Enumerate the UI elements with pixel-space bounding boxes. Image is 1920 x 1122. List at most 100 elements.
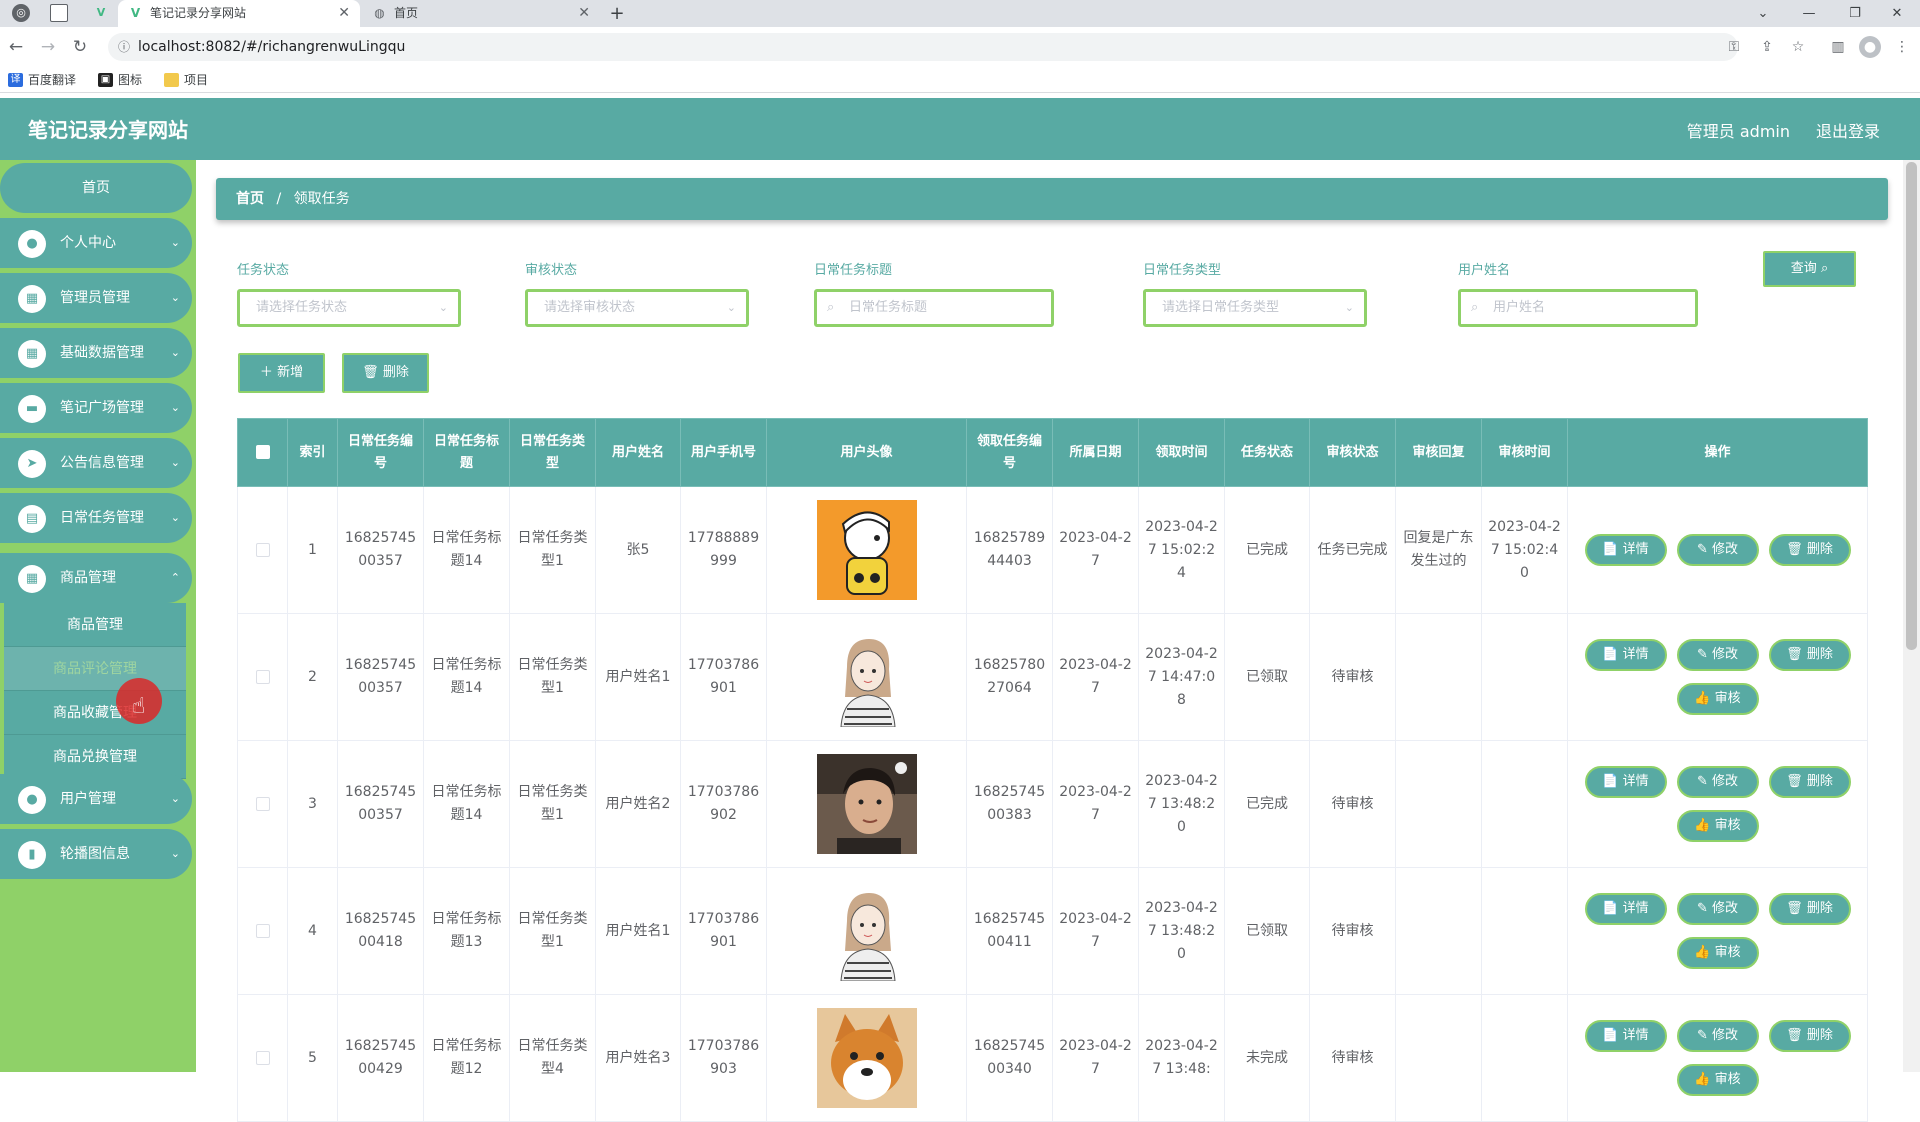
detail-button[interactable]: 📄 详情 (1584, 1020, 1667, 1052)
row-checkbox[interactable] (255, 796, 270, 811)
detail-button[interactable]: 📄 详情 (1584, 766, 1667, 798)
query-button[interactable]: 查询 ⌕ (1763, 251, 1856, 287)
detail-button[interactable]: 📄 详情 (1584, 893, 1667, 925)
chart-icon: ▮ (18, 841, 46, 869)
review-button[interactable]: 👍 审核 (1676, 683, 1759, 715)
sidebar-item-home[interactable]: 首页 (0, 163, 192, 213)
url-field[interactable]: ⓘ localhost:8082/#/richangrenwuLingqu (108, 33, 1738, 61)
close-icon[interactable]: ✕ (578, 0, 590, 27)
restore-icon[interactable]: ❐ (1832, 0, 1878, 27)
submenu-goods[interactable]: 商品管理 (4, 603, 186, 647)
edit-button[interactable]: ✎ 修改 (1676, 1020, 1759, 1052)
sidebar-item-notices[interactable]: ➤ 公告信息管理 ⌄ (0, 438, 192, 488)
tab-active[interactable]: V 笔记记录分享网站 ✕ (118, 0, 360, 27)
sidebar-item-basedata[interactable]: ▦ 基础数据管理 ⌄ (0, 328, 192, 378)
sidebar-item-carousel[interactable]: ▮ 轮播图信息 ⌄ (0, 829, 192, 879)
bookmark-item[interactable]: 项目 (164, 71, 208, 89)
close-window-icon[interactable]: ✕ (1874, 0, 1920, 27)
task-type-select[interactable]: 请选择日常任务类型 ⌄ (1143, 289, 1367, 327)
submenu-goods-comments[interactable]: 商品评论管理 (4, 647, 186, 691)
search-icon: ⌕ (827, 300, 835, 315)
row-checkbox[interactable] (255, 923, 270, 938)
row-checkbox[interactable] (255, 542, 270, 557)
user-icon: ● (18, 230, 46, 258)
button-label: 查询 (1790, 261, 1817, 276)
avatar-icon[interactable]: ● (1859, 36, 1881, 58)
chevron-down-icon: ⌄ (726, 301, 736, 314)
sidebar-item-personal[interactable]: ● 个人中心 ⌄ (0, 218, 192, 268)
delete-button[interactable]: 🗑 删除 (1768, 534, 1851, 566)
review-button[interactable]: 👍 审核 (1676, 1064, 1759, 1096)
breadcrumb-home[interactable]: 首页 (236, 191, 264, 207)
delete-button[interactable]: 🗑 删除 (1768, 766, 1851, 798)
vue-icon[interactable]: V (92, 4, 110, 22)
delete-button[interactable]: 🗑 删除 (1768, 639, 1851, 671)
delete-button[interactable]: 🗑 删除 (1768, 893, 1851, 925)
sidebar-item-tasks[interactable]: ▤ 日常任务管理 ⌄ (0, 493, 192, 543)
button-label: 删除 (1806, 901, 1833, 916)
edit-button[interactable]: ✎ 修改 (1676, 534, 1759, 566)
row-select-cell[interactable] (237, 740, 288, 868)
chevron-down-icon[interactable]: ⌄ (1740, 0, 1786, 27)
cell-type: 日常任务类型1 (509, 613, 596, 741)
button-label: 审核 (1714, 691, 1741, 706)
sidebar-item-goods[interactable]: ▦ 商品管理 ⌃ (0, 553, 192, 603)
sidepanel-icon[interactable]: ▥ (1827, 36, 1849, 58)
task-title-input[interactable]: ⌕ 日常任务标题 (814, 289, 1054, 327)
detail-button[interactable]: 📄 详情 (1584, 639, 1667, 671)
cell-task-status: 已领取 (1224, 867, 1310, 995)
button-label: 修改 (1712, 1028, 1739, 1043)
edit-button[interactable]: ✎ 修改 (1676, 893, 1759, 925)
sidebar-item-users[interactable]: ● 用户管理 ⌄ (0, 774, 192, 824)
key-icon[interactable]: ⚿ (1723, 36, 1745, 58)
review-button[interactable]: 👍 审核 (1676, 810, 1759, 842)
row-checkbox[interactable] (255, 669, 270, 684)
forward-icon[interactable]: → (36, 35, 60, 59)
close-icon[interactable]: ✕ (338, 0, 350, 27)
button-label: 详情 (1622, 774, 1649, 789)
user-name-input[interactable]: ⌕ 用户姓名 (1458, 289, 1698, 327)
row-select-cell[interactable] (237, 486, 288, 614)
detail-button[interactable]: 📄 详情 (1584, 534, 1667, 566)
scrollbar-thumb[interactable] (1906, 162, 1917, 650)
tab-inactive[interactable]: ◍ 首页 ✕ (362, 0, 600, 27)
batch-delete-button[interactable]: 🗑 删除 (342, 353, 429, 393)
browser-profile-icon[interactable]: ◎ (12, 4, 30, 22)
minimize-icon[interactable]: — (1786, 0, 1832, 27)
sidebar-item-notes[interactable]: ▬ 笔记广场管理 ⌄ (0, 383, 192, 433)
row-select-cell[interactable] (237, 867, 288, 995)
star-icon[interactable]: ☆ (1787, 36, 1809, 58)
edit-button[interactable]: ✎ 修改 (1676, 766, 1759, 798)
select-all-cell[interactable] (237, 418, 288, 487)
bookmark-item[interactable]: 译 百度翻译 (8, 71, 76, 89)
row-checkbox[interactable] (255, 1050, 270, 1065)
bookmark-item[interactable]: ▣ 图标 (98, 71, 142, 89)
edit-button[interactable]: ✎ 修改 (1676, 639, 1759, 671)
sidebar-item-label: 轮播图信息 (60, 846, 130, 862)
add-button[interactable]: ＋ 新增 (238, 353, 325, 393)
cell-user: 用户姓名2 (595, 740, 681, 868)
cell-task-status: 未完成 (1224, 994, 1310, 1122)
review-button[interactable]: 👍 审核 (1676, 937, 1759, 969)
new-tab-icon[interactable]: + (602, 0, 632, 27)
delete-button[interactable]: 🗑 删除 (1768, 1020, 1851, 1052)
share-icon[interactable]: ⇪ (1756, 36, 1778, 58)
cell-title: 日常任务标题14 (423, 613, 510, 741)
menu-dots-icon[interactable]: ⋮ (1891, 36, 1913, 58)
review-status-select[interactable]: 请选择审核状态 ⌄ (525, 289, 749, 327)
tab-strip-icon[interactable] (50, 4, 68, 22)
select-all-checkbox[interactable] (255, 445, 270, 459)
review-icon: 👍 (1694, 818, 1715, 833)
cell-claim-no: 1682574500383 (966, 740, 1053, 868)
task-status-select[interactable]: 请选择任务状态 ⌄ (237, 289, 461, 327)
submenu-goods-exchange[interactable]: 商品兑换管理 (4, 735, 186, 779)
sidebar-item-admins[interactable]: ▦ 管理员管理 ⌄ (0, 273, 192, 323)
reload-icon[interactable]: ↻ (68, 35, 92, 59)
back-icon[interactable]: ← (4, 35, 28, 59)
logout-link[interactable]: 退出登录 (1816, 118, 1880, 142)
edit-icon: ✎ (1696, 542, 1712, 557)
row-select-cell[interactable] (237, 613, 288, 741)
app-title: 笔记记录分享网站 (28, 118, 188, 142)
cell-claim-time: 2023-04-27 13:48: (1138, 994, 1225, 1122)
row-select-cell[interactable] (237, 994, 288, 1122)
